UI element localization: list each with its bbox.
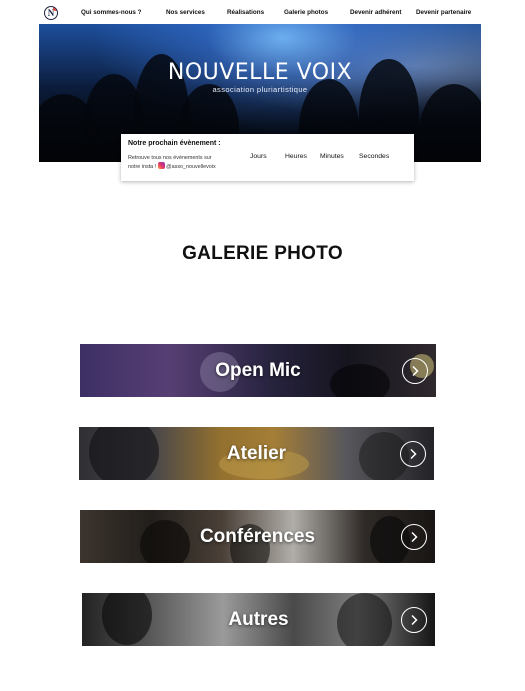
nav-link-galerie-photos[interactable]: Galerie photos (284, 9, 328, 16)
chevron-right-icon[interactable] (400, 440, 426, 467)
hero-subtitle: association pluriartistique (212, 85, 308, 94)
countdown-hours-label: Heures (285, 153, 307, 160)
event-text-line1: Retrouve tous nos évènements sur (128, 155, 212, 161)
logo-dot (53, 7, 57, 11)
event-title: Notre prochain évènement : (128, 140, 221, 147)
gallery-autres-banner[interactable]: Autres (82, 593, 435, 646)
gallery-label-autres: Autres (228, 608, 289, 630)
nav-link-nos-services[interactable]: Nos services (166, 9, 205, 16)
countdown-minutes-label: Minutes (320, 153, 344, 160)
nav-link-qui-sommes-nous[interactable]: Qui sommes-nous ? (81, 9, 142, 16)
page: N Qui sommes-nous ? Nos services Réalisa… (0, 0, 525, 691)
instagram-icon[interactable] (157, 162, 165, 169)
gallery-label-atelier: Atelier (226, 442, 287, 464)
top-navigation: N Qui sommes-nous ? Nos services Réalisa… (0, 0, 525, 26)
countdown-days-label: Jours (250, 153, 267, 160)
gallery-label-open-mic: Open Mic (215, 359, 301, 381)
event-text-line2: notre insta ! (128, 164, 157, 170)
gallery-atelier-banner[interactable]: Atelier (79, 427, 434, 480)
chevron-right-icon[interactable] (401, 606, 427, 633)
chevron-right-icon[interactable] (401, 523, 427, 550)
gallery-heading: GALERIE PHOTO (182, 243, 343, 264)
gallery-open-mic-banner[interactable]: Open Mic (80, 344, 436, 397)
nouvelle-voix-logo-icon[interactable]: N (44, 6, 58, 20)
nav-link-devenir-adherent[interactable]: Devenir adhérent (350, 9, 401, 16)
hero-title: NOUVELLE VOIX (167, 60, 353, 85)
countdown-seconds-label: Secondes (359, 153, 390, 160)
next-event-card: Notre prochain évènement : Retrouve tous… (121, 134, 414, 181)
chevron-right-icon[interactable] (402, 357, 428, 384)
instagram-handle-link[interactable]: @asso_nouvellevoix (166, 164, 216, 170)
event-description: Retrouve tous nos évènements sur notre i… (128, 154, 233, 171)
gallery-label-conferences: Conférences (199, 525, 316, 547)
nav-link-devenir-partenaire[interactable]: Devenir partenaire (416, 9, 471, 16)
gallery-conferences-banner[interactable]: Conférences (80, 510, 435, 563)
nav-link-realisations[interactable]: Réalisations (227, 9, 264, 16)
